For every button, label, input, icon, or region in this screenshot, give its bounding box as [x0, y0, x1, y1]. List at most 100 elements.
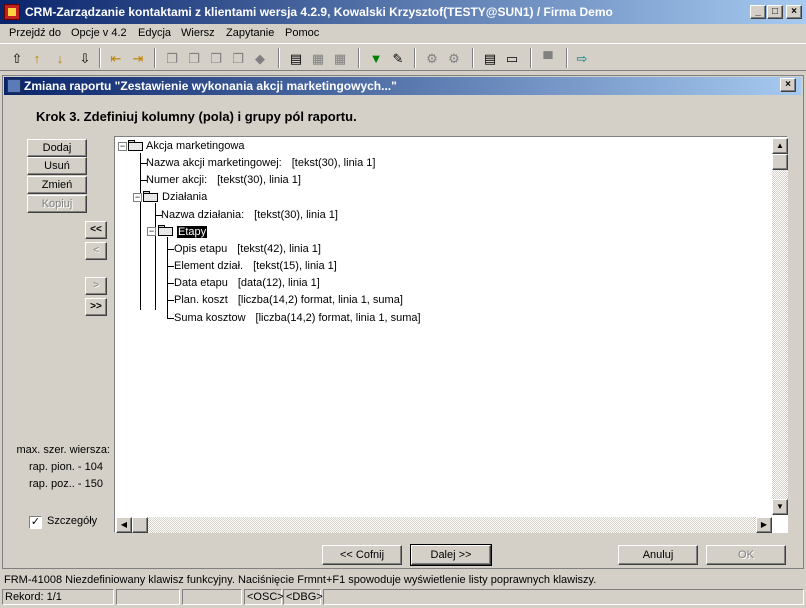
- field-type: [tekst(42), linia 1]: [237, 243, 321, 255]
- save-record-icon[interactable]: ◆: [250, 48, 270, 68]
- vertical-scrollbar[interactable]: [772, 138, 788, 515]
- move-all-right-button[interactable]: >>: [85, 298, 107, 316]
- folder-open-icon: [158, 225, 174, 236]
- field-type: [tekst(15), linia 1]: [253, 260, 337, 272]
- copy-button[interactable]: Kopiuj: [27, 195, 87, 213]
- change-button[interactable]: Zmień: [27, 176, 87, 194]
- status-message: FRM-41008 Niezdefiniowany klawisz funkcy…: [4, 574, 597, 586]
- field-name: Plan. koszt: [174, 294, 228, 306]
- field-type: [tekst(30), linia 1]: [291, 157, 376, 169]
- settings-icon[interactable]: ⚙: [444, 48, 464, 68]
- tree-root-node[interactable]: Akcja marketingowa: [146, 139, 244, 153]
- menu-wiersz[interactable]: Wiersz: [181, 25, 215, 41]
- tree-field-node[interactable]: Data etapu [data(12), linia 1]: [174, 276, 320, 290]
- group-etapy-collapse-toggle[interactable]: −: [147, 227, 156, 236]
- scroll-down-button[interactable]: ▼: [772, 499, 788, 515]
- dialog-titlebar[interactable]: Zmiana raportu "Zestawienie wykonania ak…: [4, 77, 801, 95]
- scroll-up-button[interactable]: ▲: [772, 138, 788, 154]
- arrow-down-icon[interactable]: ↓: [50, 48, 70, 68]
- field-type: [liczba(14,2) format, linia 1, suma]: [237, 294, 403, 306]
- tree-field-node[interactable]: Plan. koszt [liczba(14,2) format, linia 1…: [174, 293, 403, 307]
- new-record-icon[interactable]: ❐: [162, 48, 182, 68]
- max-row-width-label: max. szer. wiersza:: [16, 444, 110, 456]
- status-cell-empty: [182, 589, 242, 605]
- group-dzialania-collapse-toggle[interactable]: −: [133, 193, 142, 202]
- horizontal-scroll-thumb[interactable]: [132, 517, 148, 533]
- menu-przejdz-do[interactable]: Przejdź do: [9, 25, 61, 41]
- tree-group-node[interactable]: Działania: [162, 190, 207, 204]
- field-type: [tekst(30), linia 1]: [254, 209, 338, 221]
- query-run-icon[interactable]: ▦: [308, 48, 328, 68]
- tree-group-node-selected[interactable]: Etapy: [177, 225, 208, 239]
- tree-field-node[interactable]: Opis etapu [tekst(42), linia 1]: [174, 242, 321, 256]
- details-checkbox[interactable]: ✓: [29, 516, 42, 529]
- arrow-up-icon[interactable]: ↑: [27, 48, 47, 68]
- close-button[interactable]: ×: [786, 5, 802, 19]
- copy-record-icon[interactable]: ❐: [184, 48, 204, 68]
- window-titlebar[interactable]: CRM-Zarządzanie kontaktami z klientami w…: [0, 0, 806, 24]
- tree-field-node[interactable]: Suma kosztow [liczba(14,2) format, linia …: [174, 311, 421, 325]
- details-checkbox-label: Szczegóły: [47, 515, 98, 527]
- move-all-left-button[interactable]: <<: [85, 221, 107, 239]
- folder-open-icon: [128, 140, 144, 151]
- delete-record-icon[interactable]: ❐: [228, 48, 248, 68]
- menu-zapytanie[interactable]: Zapytanie: [226, 25, 274, 41]
- dialog-icon: [7, 79, 21, 93]
- copy-button-label: Kopiuj: [41, 198, 73, 210]
- add-button-label: Dodaj: [42, 142, 72, 154]
- field-name: Suma kosztow: [174, 312, 246, 324]
- preview-icon[interactable]: ▭: [502, 48, 522, 68]
- field-name: Element dział.: [174, 260, 244, 272]
- tree-field-node[interactable]: Numer akcji: [tekst(30), linia 1]: [146, 173, 301, 187]
- query-icon[interactable]: ▤: [286, 48, 306, 68]
- selected-node-label: Etapy: [177, 226, 208, 238]
- folder-open-icon: [143, 191, 159, 202]
- move-left-button[interactable]: <: [85, 242, 107, 260]
- document-icon[interactable]: ▤: [480, 48, 500, 68]
- print-icon[interactable]: ▀: [538, 48, 558, 68]
- menu-opcje[interactable]: Opcje v 4.2: [71, 25, 127, 41]
- field-type: [liczba(14,2) format, linia 1, suma]: [255, 312, 421, 324]
- menu-pomoc[interactable]: Pomoc: [285, 25, 319, 41]
- edit-record-icon[interactable]: ❐: [206, 48, 226, 68]
- app-icon[interactable]: [4, 4, 20, 20]
- first-record-icon[interactable]: ⇤: [106, 48, 126, 68]
- status-cell-empty: [323, 589, 804, 605]
- upload-icon[interactable]: ⇧: [7, 48, 27, 68]
- dialog-close-button[interactable]: ×: [780, 78, 796, 92]
- maximize-button[interactable]: □: [767, 5, 783, 19]
- add-button[interactable]: Dodaj: [27, 139, 87, 157]
- move-right-button[interactable]: >: [85, 277, 107, 295]
- clear-filter-icon[interactable]: ✎: [388, 48, 408, 68]
- field-name: Data etapu: [174, 277, 228, 289]
- ok-button[interactable]: OK: [706, 545, 786, 565]
- remove-button[interactable]: Usuń: [27, 157, 87, 175]
- vertical-scroll-thumb[interactable]: [772, 154, 788, 170]
- field-name: Numer akcji:: [146, 174, 208, 186]
- menu-edycja[interactable]: Edycja: [138, 25, 171, 41]
- field-name: Nazwa działania:: [161, 209, 245, 221]
- download-icon[interactable]: ⇩: [75, 48, 95, 68]
- tree-field-node[interactable]: Nazwa akcji marketingowej: [tekst(30), li…: [146, 156, 375, 170]
- field-tree[interactable]: − Akcja marketingowa Nazwa akcji marketi…: [114, 136, 788, 533]
- cancel-button[interactable]: Anuluj: [618, 545, 698, 565]
- root-collapse-toggle[interactable]: −: [118, 142, 127, 151]
- field-type: [data(12), linia 1]: [237, 277, 320, 289]
- tools-icon[interactable]: ⚙: [422, 48, 442, 68]
- tree-field-node[interactable]: Element dział. [tekst(15), linia 1]: [174, 259, 337, 273]
- scroll-right-button[interactable]: ▶: [756, 517, 772, 533]
- horizontal-scrollbar[interactable]: [116, 517, 772, 533]
- field-name: Nazwa akcji marketingowej:: [146, 157, 282, 169]
- tree-field-node[interactable]: Nazwa działania: [tekst(30), linia 1]: [161, 208, 338, 222]
- scroll-left-button[interactable]: ◀: [116, 517, 132, 533]
- filter-icon[interactable]: ▼: [366, 48, 386, 68]
- last-record-icon[interactable]: ⇥: [128, 48, 148, 68]
- dialog-title: Zmiana raportu "Zestawienie wykonania ak…: [24, 79, 397, 93]
- status-cell-empty: [116, 589, 180, 605]
- back-button[interactable]: << Cofnij: [322, 545, 402, 565]
- query-cancel-icon[interactable]: ▦: [330, 48, 350, 68]
- next-button[interactable]: Dalej >>: [410, 544, 492, 566]
- minimize-button[interactable]: _: [750, 5, 766, 19]
- exit-icon[interactable]: ⇨: [572, 48, 592, 68]
- vertical-report-info: rap. pion. - 104: [29, 461, 103, 473]
